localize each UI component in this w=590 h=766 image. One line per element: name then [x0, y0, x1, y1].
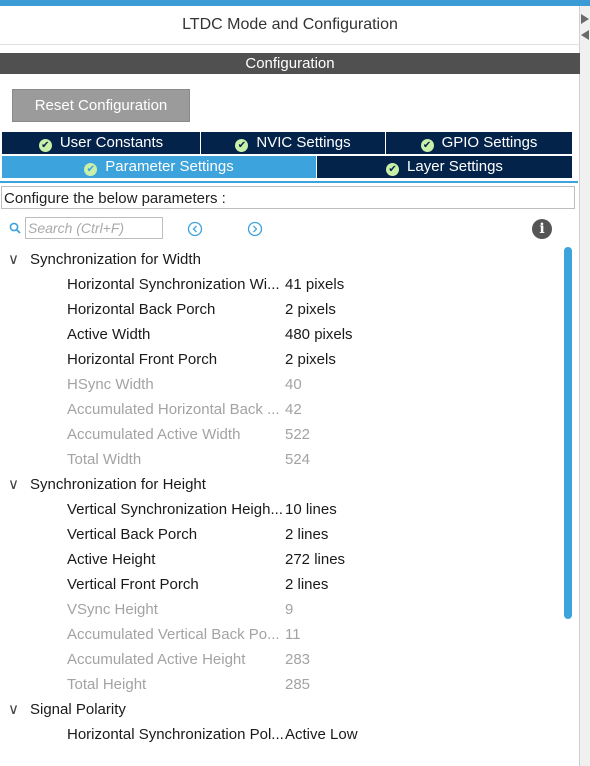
param-row-readonly: HSync Width 40 [0, 372, 560, 397]
info-icon[interactable]: i [532, 219, 552, 239]
param-row[interactable]: Horizontal Front Porch 2 pixels [0, 347, 560, 372]
param-name: Accumulated Horizontal Back ... [67, 401, 280, 418]
check-icon: ✔ [84, 163, 98, 176]
param-row[interactable]: Vertical Synchronization Heigh... 10 line… [0, 497, 560, 522]
param-value: 9 [285, 601, 294, 618]
param-row[interactable]: Vertical Front Porch 2 lines [0, 572, 560, 597]
group-label: Synchronization for Width [30, 251, 201, 268]
group-signal-polarity[interactable]: ∨ Signal Polarity [0, 697, 560, 722]
param-value[interactable]: 10 lines [285, 497, 337, 522]
search-input[interactable] [25, 217, 163, 239]
param-row-readonly: Total Height 285 [0, 672, 560, 697]
param-row[interactable]: Horizontal Synchronization Wi... 41 pixel… [0, 272, 560, 297]
param-name: Accumulated Active Height [67, 651, 246, 668]
param-name: Active Width [67, 326, 151, 343]
param-name: Horizontal Front Porch [67, 351, 218, 368]
param-value[interactable]: 41 pixels [285, 272, 344, 297]
param-name: VSync Height [67, 601, 158, 618]
param-row-readonly: Accumulated Active Width 522 [0, 422, 560, 447]
param-row-readonly: Total Width 524 [0, 447, 560, 472]
param-value[interactable]: Active Low [285, 722, 358, 747]
param-row-readonly: Accumulated Horizontal Back ... 42 [0, 397, 560, 422]
param-value[interactable]: 272 lines [285, 547, 345, 572]
param-name: HSync Width [67, 376, 154, 393]
chevron-down-icon[interactable]: ∨ [8, 247, 22, 272]
param-value[interactable]: 2 pixels [285, 347, 336, 372]
param-value[interactable]: 2 lines [285, 572, 328, 597]
param-value: 522 [285, 426, 311, 443]
side-collapse-strip[interactable] [579, 6, 590, 766]
group-label: Signal Polarity [30, 701, 126, 718]
param-value: 40 [285, 376, 302, 393]
group-synchronization-width[interactable]: ∨ Synchronization for Width [0, 247, 560, 272]
param-row[interactable]: Vertical Back Porch 2 lines [0, 522, 560, 547]
param-name: Accumulated Vertical Back Po... [67, 626, 280, 643]
param-name: Total Width [67, 451, 142, 468]
param-name: Horizontal Synchronization Wi... [67, 276, 280, 293]
tab-user-constants[interactable]: ✔ User Constants [2, 132, 201, 154]
param-value[interactable]: 2 lines [285, 522, 328, 547]
tab-underline [0, 181, 578, 183]
param-name: Active Height [67, 551, 156, 568]
previous-match-icon[interactable] [187, 221, 203, 237]
param-name: Total Height [67, 676, 147, 693]
configuration-header: Configuration [0, 53, 580, 74]
param-value: 285 [285, 676, 311, 693]
parameter-tree: ∨ Synchronization for Width Horizontal S… [0, 247, 560, 747]
tab-parameter-settings[interactable]: ✔ Parameter Settings [2, 156, 317, 178]
check-icon: ✔ [38, 139, 52, 152]
chevron-down-icon[interactable]: ∨ [8, 697, 22, 722]
param-value: 11 [285, 626, 301, 643]
tab-nvic-settings[interactable]: ✔ NVIC Settings [201, 132, 386, 154]
param-row[interactable]: Active Height 272 lines [0, 547, 560, 572]
param-name: Vertical Synchronization Heigh... [67, 501, 283, 518]
param-row[interactable]: Horizontal Synchronization Pol... Active … [0, 722, 560, 747]
param-value: 42 [285, 401, 302, 418]
next-match-icon[interactable] [247, 221, 263, 237]
reset-configuration-button[interactable]: Reset Configuration [12, 89, 190, 122]
search-icon [9, 222, 21, 234]
param-row-readonly: VSync Height 9 [0, 597, 560, 622]
param-row[interactable]: Horizontal Back Porch 2 pixels [0, 297, 560, 322]
collapse-arrow-icon[interactable] [581, 30, 589, 40]
group-synchronization-height[interactable]: ∨ Synchronization for Height [0, 472, 560, 497]
param-name: Accumulated Active Width [67, 426, 241, 443]
param-name: Vertical Back Porch [67, 526, 198, 543]
param-value[interactable]: 480 pixels [285, 322, 353, 347]
param-name: Horizontal Back Porch [67, 301, 216, 318]
param-value[interactable]: 2 pixels [285, 297, 336, 322]
param-value: 524 [285, 451, 311, 468]
configure-label: Configure the below parameters : [1, 186, 575, 209]
group-label: Synchronization for Height [30, 476, 206, 493]
expand-arrow-icon[interactable] [581, 14, 589, 24]
param-name: Horizontal Synchronization Pol... [67, 726, 283, 743]
param-row[interactable]: Active Width 480 pixels [0, 322, 560, 347]
check-icon: ✔ [386, 163, 400, 176]
param-row-readonly: Accumulated Vertical Back Po... 11 [0, 622, 560, 647]
tab-layer-settings[interactable]: ✔ Layer Settings [317, 156, 573, 178]
param-name: Vertical Front Porch [67, 576, 199, 593]
check-icon: ✔ [235, 139, 249, 152]
check-icon: ✔ [420, 139, 434, 152]
chevron-down-icon[interactable]: ∨ [8, 472, 22, 497]
param-value: 283 [285, 651, 311, 668]
vertical-scrollbar[interactable] [564, 247, 572, 619]
param-row-readonly: Accumulated Active Height 283 [0, 647, 560, 672]
tab-gpio-settings[interactable]: ✔ GPIO Settings [386, 132, 573, 154]
panel-title: LTDC Mode and Configuration [0, 6, 580, 45]
